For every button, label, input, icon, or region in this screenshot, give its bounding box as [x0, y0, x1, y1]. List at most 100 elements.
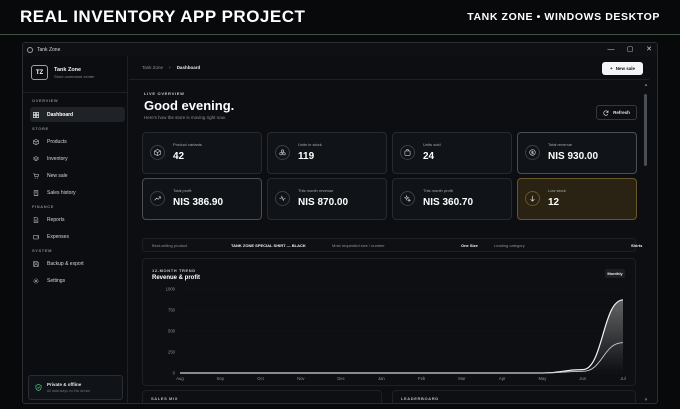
scroll-down-icon[interactable]: ▾	[643, 397, 649, 403]
stat-card-units-sold[interactable]: Units sold 24	[392, 132, 512, 174]
page-title: Good evening.	[144, 98, 235, 113]
sidebar-item-label: Dashboard	[47, 111, 74, 118]
x-tick-label: Aug	[176, 376, 184, 381]
shield-icon	[35, 384, 42, 391]
y-tick-label: 750	[168, 308, 176, 313]
section-label-system: SYSTEM	[32, 248, 53, 253]
brand-logo: TZ	[31, 65, 48, 80]
sidebar-divider	[23, 92, 128, 93]
stat-card-units-in-stock[interactable]: Units in stock 119	[267, 132, 387, 174]
stat-value: 24	[423, 151, 435, 162]
stat-card-low-stock[interactable]: Low stock 12	[517, 178, 637, 220]
scroll-up-icon[interactable]: ▴	[643, 82, 649, 88]
highlights-strip: Best-selling product TANK ZONE SPECIAL S…	[142, 238, 642, 252]
scrollbar[interactable]: ▴ ▾	[643, 80, 649, 403]
x-tick-label: Jul	[620, 376, 625, 381]
plus-icon: +	[610, 66, 613, 71]
stack-icon	[275, 145, 290, 160]
y-tick-label: 500	[168, 329, 176, 334]
x-tick-label: Sep	[217, 376, 225, 381]
stat-label: This month revenue	[298, 188, 334, 193]
sidebar-item-new-sale[interactable]: New sale	[30, 168, 125, 183]
section-label-store: STORE	[32, 126, 49, 131]
banner-subtitle: TANK ZONE • WINDOWS DESKTOP	[467, 11, 660, 23]
page-subtitle: Here's how the store is moving right now…	[144, 115, 226, 120]
close-button[interactable]: ✕	[645, 43, 653, 56]
stat-value: NIS 870.00	[298, 197, 349, 208]
sidebar-item-reports[interactable]: Reports	[30, 212, 125, 227]
sidebar-item-products[interactable]: Products	[30, 134, 125, 149]
stat-card-total-revenue[interactable]: Total revenue NIS 930.00	[517, 132, 637, 174]
sidebar-item-backup-export[interactable]: Backup & export	[30, 256, 125, 271]
sidebar-item-label: New sale	[47, 172, 68, 179]
sidebar-item-settings[interactable]: Settings	[30, 273, 125, 288]
stat-value: NIS 930.00	[548, 151, 599, 162]
stat-label: Total revenue	[548, 142, 573, 147]
stat-card-month-revenue[interactable]: This month revenue NIS 870.00	[267, 178, 387, 220]
x-tick-label: Dec	[337, 376, 344, 381]
new-sale-button[interactable]: + New sale	[602, 62, 643, 75]
y-tick-label: 0	[173, 371, 176, 376]
sidebar-item-label: Reports	[47, 216, 65, 223]
x-tick-label: Feb	[418, 376, 426, 381]
stat-card-total-profit[interactable]: Total profit NIS 386.90	[142, 178, 262, 220]
offline-status-card: Private & offline All data stays on this…	[28, 375, 123, 400]
pulse-icon	[275, 191, 290, 206]
sales-mix-label: SALES MIX	[151, 396, 178, 401]
sidebar-item-label: Sales history	[47, 189, 76, 196]
breadcrumb-root[interactable]: Tank Zone	[142, 65, 163, 70]
x-tick-label: May	[538, 376, 547, 381]
main-content: Tank Zone › Dashboard + New sale LIVE OV…	[129, 56, 649, 403]
layers-icon	[33, 155, 39, 162]
stat-value: NIS 360.70	[423, 197, 474, 208]
status-subtitle: All data stays on this device	[47, 389, 91, 393]
x-tick-label: Jan	[378, 376, 385, 381]
section-label-finance: FINANCE	[32, 204, 54, 209]
scroll-thumb[interactable]	[644, 94, 647, 166]
banner-title: REAL INVENTORY APP PROJECT	[20, 7, 306, 26]
leaderboard-label: LEADERBOARD	[401, 396, 439, 401]
x-tick-label: Jun	[579, 376, 586, 381]
stat-label: This month profit	[423, 188, 453, 193]
cube-icon	[150, 145, 165, 160]
stat-label: Units sold	[423, 142, 441, 147]
stat-card-month-profit[interactable]: This month profit NIS 360.70	[392, 178, 512, 220]
leading-category-value: Shirts	[631, 243, 643, 248]
sidebar-item-label: Inventory	[47, 155, 68, 162]
series-area	[180, 299, 623, 373]
sidebar-item-expenses[interactable]: Expenses	[30, 229, 125, 244]
sales-mix-card: SALES MIX	[142, 390, 382, 403]
y-tick-label: 250	[168, 350, 176, 355]
section-label-overview: OVERVIEW	[32, 98, 59, 103]
cart-icon	[33, 172, 39, 179]
top-size-label: Most requested size / number	[332, 243, 385, 248]
box-icon	[33, 138, 39, 145]
title-bar[interactable]: Tank Zone — ▢ ✕	[23, 43, 657, 56]
series-line	[180, 342, 624, 374]
x-tick-label: Oct	[257, 376, 264, 381]
sidebar-item-sales-history[interactable]: Sales history	[30, 185, 125, 200]
sparkle-icon	[400, 191, 415, 206]
top-bar: Tank Zone › Dashboard + New sale	[129, 56, 649, 80]
leaderboard-card: LEADERBOARD	[392, 390, 636, 403]
sidebar-item-label: Settings	[47, 277, 66, 284]
chart-canvas: 0 250 500 750 1000 Aug Sep Oct Nov Dec Jan Feb Mar Ap…	[166, 287, 626, 382]
best-seller-label: Best-selling product	[152, 243, 188, 248]
minimize-button[interactable]: —	[607, 43, 615, 56]
series-line	[180, 299, 624, 374]
sidebar: TZ Tank Zone Store command center OVERVI…	[23, 56, 128, 403]
stat-value: 12	[548, 197, 560, 208]
chevron-right-icon: ›	[169, 64, 171, 71]
top-size-value: One Size	[461, 243, 478, 248]
refresh-icon	[603, 110, 609, 116]
maximize-button[interactable]: ▢	[626, 43, 634, 56]
leading-category-label: Leading category	[494, 243, 525, 248]
sidebar-item-dashboard[interactable]: Dashboard	[30, 107, 125, 122]
refresh-button[interactable]: Refresh	[596, 105, 637, 120]
sidebar-item-label: Backup & export	[47, 260, 84, 267]
bag-icon	[400, 145, 415, 160]
sidebar-item-inventory[interactable]: Inventory	[30, 151, 125, 166]
app-icon	[27, 46, 33, 53]
gear-icon	[33, 278, 39, 284]
stat-card-product-variants[interactable]: Product variants 42	[142, 132, 262, 174]
